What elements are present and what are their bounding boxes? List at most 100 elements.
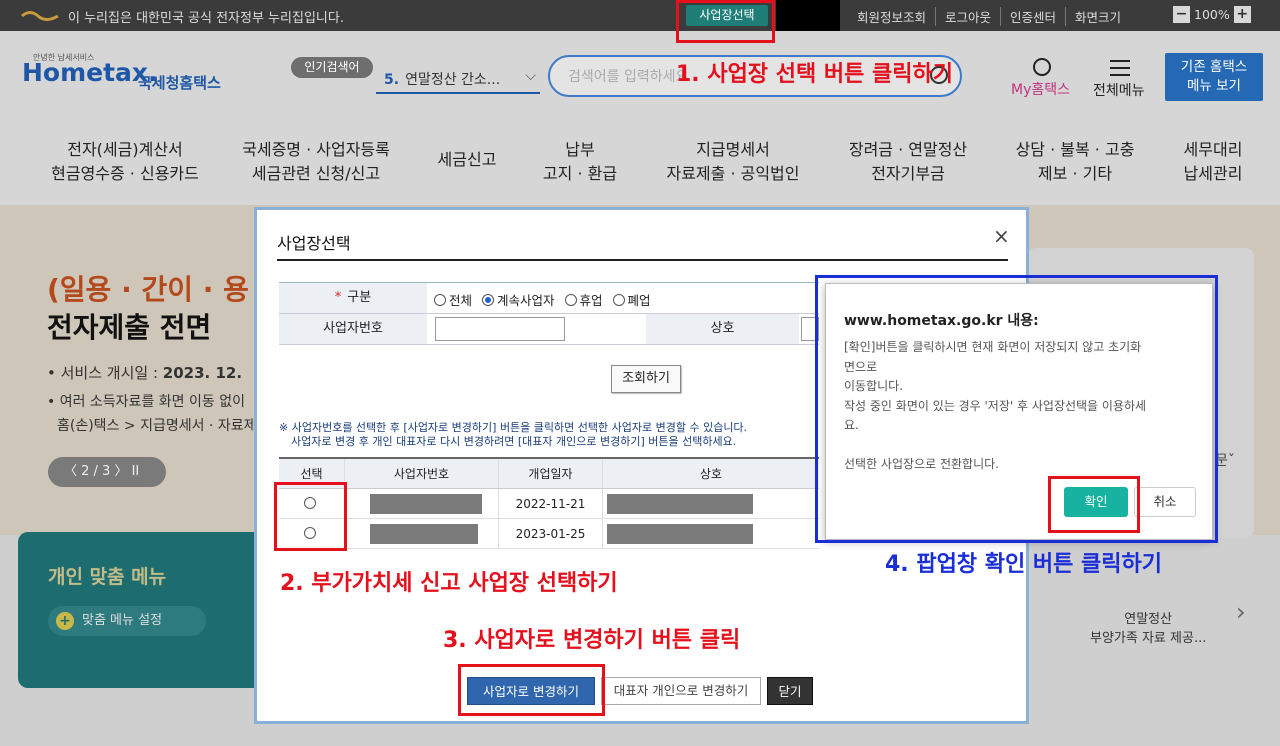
change-to-owner-button[interactable]: 대표자 개인으로 변경하기 (601, 677, 761, 705)
radio-label: 전체 (449, 293, 473, 308)
gnb-line: 자료제출 · 공익법인 (666, 164, 800, 183)
service-date: 2023. 12. (162, 364, 243, 382)
gnb-line: 지급명세서 (696, 140, 770, 159)
business-table: 선택 사업자번호 개업일자 상호 2022-11-21 2023-01-25 (279, 457, 819, 549)
banner-service-date: • 서비스 개시일 : 2023. 12. (47, 362, 242, 383)
zoom-out-button[interactable]: − (1173, 6, 1190, 23)
chevron-down-icon: ⌵ (525, 68, 536, 84)
banner-headline-2: 전자제출 전면 (47, 311, 212, 344)
col-open-date: 개업일자 (499, 459, 603, 488)
row-bizno-redacted (345, 519, 499, 548)
service-label: • 서비스 개시일 : (47, 364, 163, 382)
required-mark: * (334, 290, 342, 305)
gnb-item-agent[interactable]: 세무대리납세관리 (1168, 138, 1258, 186)
user-icon[interactable] (1033, 58, 1051, 76)
row-name-redacted (603, 489, 819, 518)
redacted-block (776, 0, 840, 31)
custom-menu-setting-button[interactable]: + 맞춤 메뉴 설정 (48, 606, 206, 636)
gov-bar: 이 누리집은 대한민국 공식 전자정부 누리집입니다. 사업장선택 회원정보조회… (0, 0, 1280, 31)
close-icon[interactable]: × (993, 224, 1010, 248)
logout-link[interactable]: 로그아웃 (935, 7, 1000, 26)
gnb-item-certificate[interactable]: 국세증명 · 사업자등록세금관련 신청/신고 (228, 138, 404, 186)
annotation-step4: 4. 팝업창 확인 버튼 클릭하기 (885, 552, 1162, 577)
radio-closed[interactable]: 폐업 (612, 290, 651, 309)
gnb-item-consult[interactable]: 상담 · 불복 · 고충제보 · 기타 (1000, 138, 1150, 186)
radio-all[interactable]: 전체 (434, 290, 472, 309)
gnb-line: 세금신고 (437, 150, 497, 169)
modal-title: 사업장선택 (277, 234, 351, 253)
gnb-item-invoice[interactable]: 전자(세금)계산서 현금영수증 · 신용카드 (40, 138, 210, 186)
banner-desc-line: • 여러 소득자료를 화면 이동 없이 (47, 394, 245, 410)
zoom-in-button[interactable]: + (1233, 6, 1251, 23)
col-bizno: 사업자번호 (345, 459, 499, 488)
redaction-bar (370, 524, 478, 544)
name-label: 상호 (646, 314, 799, 344)
notice-line: 사업자로 변경 후 개인 대표자로 다시 변경하려면 [대표자 개인으로 변경하… (291, 435, 737, 448)
banner-desc-line: 홈(손)택스 > 지급명세서 · 자료제 (57, 418, 257, 434)
annotation-step2: 2. 부가가치세 신고 사업장 선택하기 (280, 571, 618, 596)
year-end-settlement-link[interactable]: 연말정산 부양가족 자료 제공... (1090, 610, 1206, 648)
type-label-text: 구분 (347, 290, 372, 305)
gnb-item-statement[interactable]: 지급명세서자료제출 · 공익법인 (652, 138, 814, 186)
table-row[interactable]: 2023-01-25 (279, 519, 819, 549)
bizno-input[interactable] (435, 317, 565, 341)
gnb-line: 전자기부금 (871, 164, 945, 183)
plus-icon: + (56, 612, 74, 630)
hamburger-menu-icon[interactable] (1110, 60, 1130, 76)
gnb-item-incentive[interactable]: 장려금 · 연말정산 전자기부금 (834, 138, 982, 186)
gnb-line: 납부 (565, 140, 595, 159)
logo-korean: 국세청홈택스 (138, 74, 221, 92)
form-row-type: * 구분 전체 계속사업자 휴업 폐업 (279, 283, 819, 314)
type-label: * 구분 (279, 283, 427, 313)
table-row[interactable]: 2022-11-21 (279, 489, 819, 519)
gnb-line: 납세관리 (1183, 164, 1243, 183)
search-button[interactable]: 조회하기 (611, 365, 681, 393)
personal-menu-card: 개인 맞춤 메뉴 + 맞춤 메뉴 설정 (18, 532, 264, 688)
type-radio-group: 전체 계속사업자 휴업 폐업 (434, 290, 651, 309)
radio-label: 폐업 (627, 293, 651, 308)
annotation-step3: 3. 사업자로 변경하기 버튼 클릭 (443, 628, 741, 653)
radio-suspended[interactable]: 휴업 (564, 290, 603, 309)
gnb-line: 현금영수증 · 신용카드 (51, 164, 199, 183)
popular-search-dropdown[interactable]: 5. 연말정산 간소... ⌵ (376, 66, 540, 94)
gnb-item-payment[interactable]: 납부고지 · 환급 (530, 138, 630, 186)
notice-line: ※ 사업자번호를 선택한 후 [사업자로 변경하기] 버튼을 클릭하면 선택한 … (279, 421, 748, 434)
legacy-menu-button[interactable]: 기존 홈택스 메뉴 보기 (1165, 53, 1263, 101)
banner-headline-1: (일용 · 간이 · 용 (47, 273, 249, 306)
modal-notice: ※ 사업자번호를 선택한 후 [사업자로 변경하기] 버튼을 클릭하면 선택한 … (279, 421, 747, 449)
annotation-box-step1 (676, 0, 775, 43)
gnb-line: 세금관련 신청/신고 (251, 164, 381, 183)
certificate-center-link[interactable]: 인증센터 (1000, 7, 1065, 26)
member-info-link[interactable]: 회원정보조회 (848, 7, 935, 26)
gnb-line: 세무대리 (1183, 140, 1243, 159)
annotation-box-step2 (274, 482, 347, 551)
chevron-right-icon[interactable]: › (1236, 598, 1246, 626)
gnb-line: 고지 · 환급 (542, 164, 618, 183)
gnb-item-tax-report[interactable]: 세금신고 (422, 148, 512, 172)
popular-search-badge: 인기검색어 (291, 57, 373, 78)
annotation-step1: 1. 사업장 선택 버튼 클릭하기 (676, 62, 953, 87)
custom-menu-setting-label: 맞춤 메뉴 설정 (82, 613, 163, 628)
radio-label: 계속사업자 (497, 293, 555, 308)
row-open-date: 2022-11-21 (499, 489, 603, 518)
radio-label: 휴업 (579, 293, 603, 308)
radio-continuing[interactable]: 계속사업자 (482, 290, 555, 309)
all-menu-link[interactable]: 전체메뉴 (1093, 80, 1145, 100)
row-bizno-redacted (345, 489, 499, 518)
banner-pager[interactable]: 〈 2 / 3 〉 II (48, 457, 166, 487)
row-open-date: 2023-01-25 (499, 519, 603, 548)
legacy-line1: 기존 홈택스 (1180, 59, 1248, 75)
gnb-line: 국세증명 · 사업자등록 (242, 140, 390, 159)
personal-menu-title: 개인 맞춤 메뉴 (48, 566, 167, 588)
gnb-line: 제보 · 기타 (1037, 164, 1113, 183)
radio-circle (482, 294, 495, 306)
my-hometax-link[interactable]: My홈택스 (1011, 79, 1070, 99)
ye-line: 연말정산 (1124, 612, 1173, 627)
annotation-box-step3 (458, 664, 605, 716)
gnb-line: 상담 · 불복 · 고충 (1015, 140, 1135, 159)
legacy-line2: 메뉴 보기 (1187, 78, 1241, 94)
modal-close-button[interactable]: 닫기 (767, 677, 813, 705)
zoom-control: − 100% + (1173, 6, 1251, 23)
annotation-box-step4-dialog (815, 275, 1218, 543)
row-name-redacted (603, 519, 819, 548)
